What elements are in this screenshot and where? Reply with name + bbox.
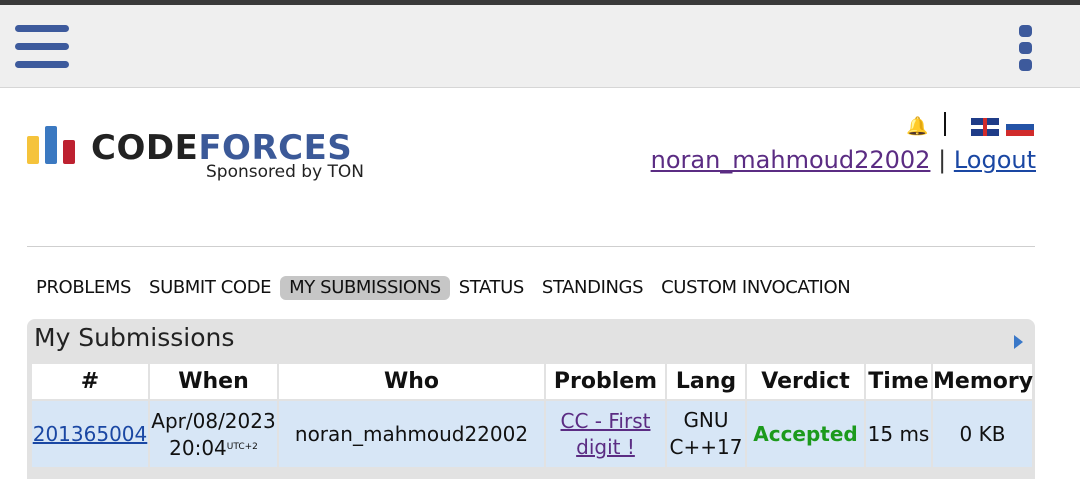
right-triangle-icon[interactable] — [1014, 335, 1023, 349]
col-header-verdict: Verdict — [745, 362, 866, 401]
table-header-row: # When Who Problem Lang Verdict Time Mem… — [30, 362, 1034, 401]
submissions-panel: My Submissions # When Who Problem Lang V… — [27, 319, 1035, 479]
col-header-lang: Lang — [665, 362, 747, 401]
header-icons: 🔔 — [906, 112, 1038, 140]
col-header-who: Who — [277, 362, 546, 401]
col-header-time: Time — [864, 362, 933, 401]
menu-standings[interactable]: STANDINGS — [533, 276, 652, 300]
codeforces-logo[interactable]: CODEFORCES Sponsored by TON — [27, 124, 367, 186]
sponsor-text: Sponsored by TON — [206, 162, 365, 182]
lang-line1: GNU — [683, 408, 729, 432]
submission-id-link[interactable]: 201365004 — [33, 422, 148, 446]
vertical-dots-icon[interactable] — [1016, 25, 1036, 75]
menu-custom-invocation[interactable]: CUSTOM INVOCATION — [652, 276, 859, 300]
menu-problems[interactable]: PROBLEMS — [27, 276, 140, 300]
verdict-badge: Accepted — [753, 422, 858, 446]
submission-time: 20:04 — [169, 435, 227, 460]
username-link[interactable]: noran_mahmoud22002 — [651, 146, 931, 174]
logo-bars-icon — [27, 124, 79, 164]
submission-date: Apr/08/2023 — [151, 408, 276, 433]
problem-name-line1: CC - First — [560, 409, 651, 433]
submissions-table: # When Who Problem Lang Verdict Time Mem… — [30, 362, 1034, 469]
cell-memory: 0 KB — [931, 399, 1034, 469]
cell-verdict: Accepted — [745, 399, 866, 469]
cell-problem: CC - First digit ! — [544, 399, 667, 469]
app-toolbar — [0, 5, 1080, 88]
cell-id: 201365004 — [30, 399, 150, 469]
timezone-label: UTC+2 — [226, 441, 258, 452]
lang-line2: C++17 — [669, 435, 743, 459]
contest-menu: PROBLEMS SUBMIT CODE MY SUBMISSIONS STATUS S… — [27, 276, 859, 302]
problem-name-line2: digit ! — [576, 435, 635, 459]
menu-status[interactable]: STATUS — [450, 276, 533, 300]
cell-lang: GNU C++17 — [665, 399, 747, 469]
col-header-when: When — [148, 362, 279, 401]
russian-flag-icon[interactable] — [1006, 118, 1034, 136]
user-bar: noran_mahmoud22002 | Logout — [651, 146, 1036, 174]
menu-submit-code[interactable]: SUBMIT CODE — [140, 276, 280, 300]
header-separator — [944, 112, 946, 136]
cell-when: Apr/08/2023 20:04UTC+2 — [148, 399, 279, 469]
bell-icon[interactable]: 🔔 — [906, 116, 928, 137]
panel-title: My Submissions — [34, 323, 235, 352]
col-header-memory: Memory — [931, 362, 1034, 401]
col-header-problem: Problem — [544, 362, 667, 401]
problem-link[interactable]: CC - First digit ! — [561, 409, 651, 459]
header-divider — [27, 246, 1035, 247]
menu-my-submissions[interactable]: MY SUBMISSIONS — [280, 276, 450, 300]
user-divider: | — [938, 146, 947, 174]
table-row: 201365004 Apr/08/2023 20:04UTC+2 noran_ma… — [30, 399, 1034, 469]
logout-link[interactable]: Logout — [954, 146, 1036, 174]
cell-time: 15 ms — [864, 399, 933, 469]
english-flag-icon[interactable] — [971, 118, 999, 136]
cell-who: noran_mahmoud22002 — [277, 399, 546, 469]
hamburger-menu-icon[interactable] — [15, 25, 69, 69]
col-header-id: # — [30, 362, 150, 401]
